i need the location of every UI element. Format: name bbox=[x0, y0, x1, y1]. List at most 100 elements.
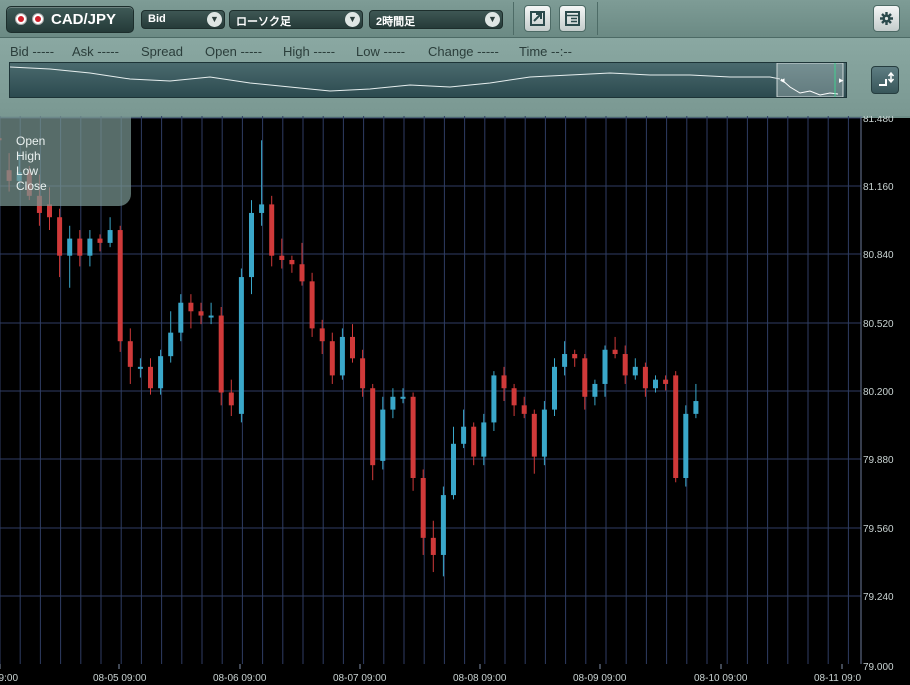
candle-body bbox=[259, 204, 265, 213]
currency-pair-selector[interactable]: CAD/JPY bbox=[6, 6, 134, 33]
timeframe-dropdown[interactable]: 2時間足 ▼ bbox=[369, 10, 503, 29]
candle bbox=[511, 383, 517, 417]
candlestick-chart[interactable]: 81.480 81.160 80.840 80.520 80.200 79.880 79.5… bbox=[0, 116, 910, 685]
candle bbox=[582, 354, 588, 410]
candle-body bbox=[97, 238, 103, 243]
candle bbox=[632, 358, 638, 380]
candle-body bbox=[370, 388, 376, 466]
candle bbox=[653, 375, 658, 393]
candle-body bbox=[440, 495, 446, 555]
candle bbox=[451, 426, 456, 500]
currency-pair-label: CAD/JPY bbox=[51, 11, 117, 28]
candle-body bbox=[612, 349, 618, 355]
candle-body bbox=[137, 366, 143, 369]
price-tick-label: 79.000 bbox=[863, 662, 894, 673]
candle bbox=[218, 307, 224, 406]
candle bbox=[57, 208, 63, 278]
chevron-down-icon: ▼ bbox=[207, 12, 222, 27]
settings-button[interactable] bbox=[873, 5, 900, 32]
candle bbox=[562, 341, 568, 376]
price-axis: 81.480 81.160 80.840 80.520 80.200 79.880 79.5… bbox=[863, 116, 894, 673]
timeframe-value: 2時間足 bbox=[376, 16, 416, 28]
range-left-handle-icon[interactable]: ◂ bbox=[780, 75, 785, 85]
candle bbox=[592, 379, 598, 406]
candle-body bbox=[178, 302, 184, 333]
candle-body bbox=[329, 341, 335, 376]
price-tick-label: 80.200 bbox=[863, 387, 894, 398]
candle bbox=[541, 401, 547, 466]
candle-body bbox=[693, 401, 699, 414]
time-tick-label: 08-11 09:0 bbox=[814, 673, 862, 684]
chart-layout-button[interactable] bbox=[559, 5, 586, 32]
price-tick-label: 81.160 bbox=[863, 182, 894, 193]
japan-flag-icon bbox=[32, 13, 44, 25]
canada-flag-icon bbox=[15, 13, 27, 25]
candle bbox=[127, 328, 133, 384]
candle bbox=[107, 217, 113, 248]
time-tick-label: 08-05 09:00 bbox=[93, 673, 147, 684]
candle-body bbox=[642, 366, 648, 389]
candle bbox=[117, 225, 123, 352]
toolbar: CAD/JPY Bid ▼ ローソク足 ▼ 2時間足 ▼ bbox=[0, 0, 910, 38]
candle-body bbox=[683, 413, 689, 478]
price-tick-label: 79.240 bbox=[863, 592, 894, 603]
candle-body bbox=[47, 204, 52, 218]
chart-action-button[interactable] bbox=[524, 5, 551, 32]
candle-body bbox=[158, 356, 164, 389]
candle-body bbox=[218, 315, 224, 393]
candle bbox=[77, 230, 83, 267]
toolbar-divider bbox=[513, 2, 514, 35]
candle bbox=[501, 366, 507, 402]
time-tick-label: 08-10 09:00 bbox=[694, 673, 748, 684]
overview-line-chart: ◂ ▸ bbox=[9, 62, 844, 98]
candle bbox=[390, 388, 396, 419]
zoom-toggle-button[interactable] bbox=[871, 66, 899, 94]
candle bbox=[420, 469, 426, 555]
candle bbox=[148, 358, 153, 395]
window-arrow-icon bbox=[530, 11, 545, 26]
candle bbox=[380, 396, 386, 470]
price-tick-label: 79.560 bbox=[863, 524, 894, 535]
candle-body bbox=[380, 409, 386, 461]
candle bbox=[178, 294, 184, 342]
candle-body bbox=[67, 238, 73, 256]
price-type-value: Bid bbox=[148, 13, 166, 25]
candle-body bbox=[663, 379, 669, 384]
candle-body bbox=[309, 281, 315, 329]
candle bbox=[673, 371, 679, 483]
ohlc-low-label: Low bbox=[16, 164, 39, 178]
candle bbox=[370, 383, 376, 481]
candle-body bbox=[350, 336, 355, 359]
candle-body bbox=[289, 259, 295, 265]
range-right-handle-icon[interactable]: ▸ bbox=[839, 75, 844, 85]
candle-body bbox=[521, 405, 527, 414]
candle-body bbox=[430, 537, 436, 555]
time-tick-label: 08-07 09:00 bbox=[333, 673, 387, 684]
candle bbox=[208, 302, 214, 325]
candle bbox=[602, 345, 608, 397]
candle bbox=[309, 272, 315, 337]
candle bbox=[259, 140, 265, 226]
chart-type-dropdown[interactable]: ローソク足 ▼ bbox=[229, 10, 363, 29]
candle-body bbox=[249, 212, 254, 278]
overview-navigator[interactable]: ◂ ▸ bbox=[9, 62, 847, 98]
chevron-down-icon: ▼ bbox=[345, 12, 360, 27]
candle bbox=[461, 409, 467, 449]
candle-body bbox=[622, 354, 628, 376]
candle bbox=[521, 396, 527, 419]
candle bbox=[360, 349, 366, 397]
candle bbox=[228, 379, 234, 417]
overview-range-window[interactable] bbox=[776, 62, 844, 98]
price-type-dropdown[interactable]: Bid ▼ bbox=[141, 10, 225, 29]
candle-body bbox=[491, 375, 497, 423]
candle-body bbox=[319, 328, 325, 342]
candle bbox=[299, 242, 305, 286]
candle bbox=[531, 409, 537, 474]
candle-body bbox=[208, 315, 214, 318]
candle bbox=[400, 388, 406, 404]
candle bbox=[168, 311, 174, 363]
candle bbox=[97, 234, 103, 252]
time-label: Time --:-- bbox=[519, 44, 572, 59]
candle bbox=[198, 302, 204, 325]
candle-body bbox=[269, 204, 275, 256]
